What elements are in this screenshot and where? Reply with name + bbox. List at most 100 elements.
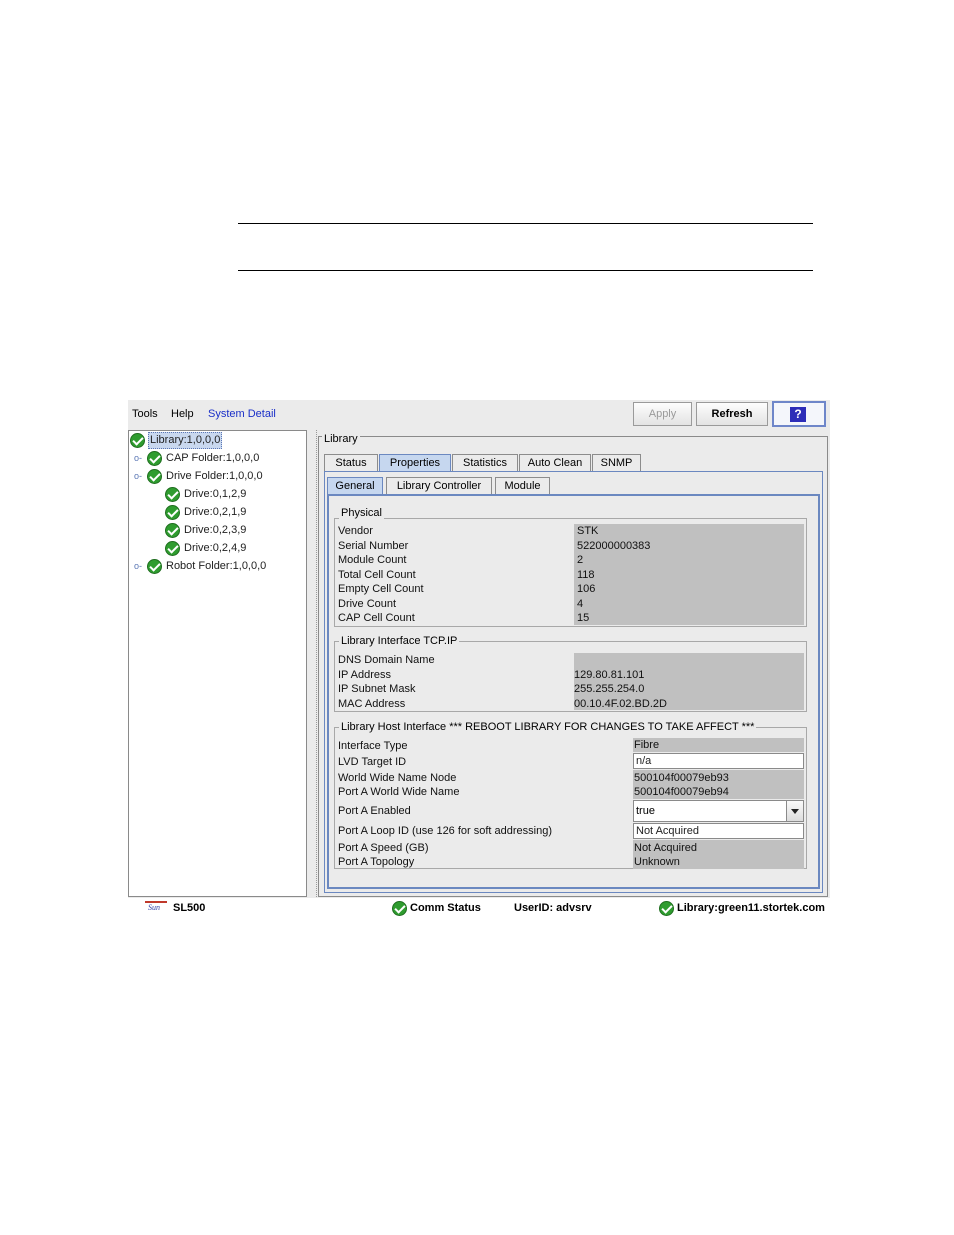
- library-panel-title: Library: [322, 433, 360, 445]
- tree-node-drive[interactable]: Drive:0,1,2,9: [165, 486, 247, 503]
- collapse-handle-icon[interactable]: o-: [134, 468, 142, 485]
- tree-node-drive-folder[interactable]: Drive Folder:1,0,0,0: [147, 468, 264, 485]
- status-bar: Sun SL500 Comm Status UserID: advsrv Lib…: [128, 898, 830, 918]
- serial-number-value: 522000000383: [577, 540, 651, 552]
- vendor-value: STK: [577, 525, 599, 537]
- help-button[interactable]: ?: [772, 401, 826, 427]
- drive-count-label: Drive Count: [338, 598, 397, 610]
- mac-address-value: 00.10.4F.02.BD.2D: [574, 698, 667, 710]
- menu-tools[interactable]: Tools: [132, 408, 158, 420]
- ip-subnet-value: 255.255.254.0: [574, 683, 645, 695]
- tab-properties[interactable]: Properties: [379, 454, 451, 471]
- ok-check-icon: [147, 451, 162, 466]
- tree-node-cap-folder[interactable]: CAP Folder:1,0,0,0: [147, 450, 260, 467]
- tree-node-label: Library:1,0,0,0: [148, 432, 223, 449]
- menu-system-detail[interactable]: System Detail: [208, 408, 276, 420]
- ok-check-icon: [165, 487, 180, 502]
- empty-cell-count-label: Empty Cell Count: [338, 583, 424, 595]
- ok-check-icon: [147, 559, 162, 574]
- port-a-enabled-value: true: [636, 805, 655, 817]
- wwn-node-value: 500104f00079eb93: [634, 772, 729, 784]
- top-rule: [238, 223, 813, 224]
- port-a-speed-label: Port A Speed (GB): [338, 842, 429, 854]
- lvd-target-field[interactable]: n/a: [633, 753, 804, 769]
- ok-check-icon: [165, 523, 180, 538]
- interface-type-label: Interface Type: [338, 740, 408, 752]
- ok-check-icon: [147, 469, 162, 484]
- expand-handle-icon[interactable]: o-: [134, 450, 142, 467]
- port-a-wwn-label: Port A World Wide Name: [338, 786, 460, 798]
- tab-status[interactable]: Status: [324, 454, 378, 471]
- lvd-target-label: LVD Target ID: [338, 756, 407, 768]
- port-a-enabled-select[interactable]: true: [633, 800, 804, 822]
- ok-check-icon: [392, 901, 407, 916]
- tree-node-label: Robot Folder:1,0,0,0: [166, 560, 267, 572]
- library-host-label: Library:green11.stortek.com: [677, 902, 825, 914]
- tab-auto-clean[interactable]: Auto Clean: [519, 454, 591, 471]
- port-a-enabled-label: Port A Enabled: [338, 805, 411, 817]
- tree-node-drive[interactable]: Drive:0,2,3,9: [165, 522, 247, 539]
- split-pane-divider[interactable]: [309, 430, 317, 897]
- comm-status: Comm Status: [392, 900, 481, 916]
- apply-button[interactable]: Apply: [633, 402, 692, 426]
- port-a-topology-label: Port A Topology: [338, 856, 415, 868]
- empty-cell-count-value: 106: [577, 583, 596, 595]
- tree-node-drive[interactable]: Drive:0,2,4,9: [165, 540, 247, 557]
- ok-check-icon: [165, 541, 180, 556]
- sl-console-window: Tools Help System Detail Apply Refresh ?…: [128, 400, 830, 918]
- total-cell-count-label: Total Cell Count: [338, 569, 416, 581]
- dns-domain-label: DNS Domain Name: [338, 654, 435, 666]
- ip-subnet-label: IP Subnet Mask: [338, 683, 416, 695]
- tree-node-robot-folder[interactable]: Robot Folder:1,0,0,0: [147, 558, 267, 575]
- port-a-topology-value: Unknown: [634, 856, 680, 868]
- interface-type-value: Fibre: [634, 739, 660, 751]
- port-a-wwn-value: 500104f00079eb94: [634, 786, 729, 798]
- tab-snmp[interactable]: SNMP: [592, 454, 641, 471]
- tcpip-group-title: Library Interface TCP.IP: [339, 635, 460, 647]
- tree-node-label: Drive Folder:1,0,0,0: [166, 470, 263, 482]
- menu-help[interactable]: Help: [171, 408, 194, 420]
- ok-check-icon: [659, 901, 674, 916]
- total-cell-count-value: 118: [577, 569, 595, 581]
- tree-node-label: Drive:0,2,3,9: [184, 524, 247, 536]
- tab-general[interactable]: General: [327, 477, 383, 494]
- port-a-loop-id-field[interactable]: Not Acquired: [633, 823, 804, 839]
- tab-library-controller[interactable]: Library Controller: [386, 477, 492, 494]
- port-a-loop-id-label: Port A Loop ID (use 126 for soft address…: [338, 825, 553, 837]
- module-count-value: 2: [577, 554, 584, 566]
- ok-check-icon: [165, 505, 180, 520]
- refresh-button[interactable]: Refresh: [696, 402, 768, 426]
- tree-node-label: CAP Folder:1,0,0,0: [166, 452, 260, 464]
- model-label: SL500: [173, 902, 206, 914]
- wwn-node-label: World Wide Name Node: [338, 772, 457, 784]
- tree-node-label: Drive:0,2,4,9: [184, 542, 247, 554]
- drive-count-value: 4: [577, 598, 584, 610]
- library-host-status: Library:green11.stortek.com: [659, 900, 825, 916]
- physical-group-title: Physical: [339, 507, 384, 519]
- chevron-down-icon[interactable]: [786, 801, 803, 821]
- tree-node-drive[interactable]: Drive:0,2,1,9: [165, 504, 247, 521]
- tab-statistics[interactable]: Statistics: [452, 454, 518, 471]
- cap-cell-count-label: CAP Cell Count: [338, 612, 415, 624]
- help-icon: ?: [790, 407, 806, 422]
- tree-node-label: Drive:0,1,2,9: [184, 488, 247, 500]
- cap-cell-count-value: 15: [577, 612, 590, 624]
- ip-address-label: IP Address: [338, 669, 391, 681]
- user-id-label: UserID: advsrv: [514, 902, 592, 914]
- ip-address-value: 129.80.81.101: [574, 669, 645, 681]
- tree-node-label: Drive:0,2,1,9: [184, 506, 247, 518]
- module-count-label: Module Count: [338, 554, 407, 566]
- menu-bar: Tools Help System Detail Apply Refresh ?: [128, 400, 830, 429]
- serial-number-label: Serial Number: [338, 540, 409, 552]
- bottom-rule: [238, 270, 813, 271]
- expand-handle-icon[interactable]: o-: [134, 558, 142, 575]
- sun-logo-icon: Sun: [143, 901, 169, 915]
- vendor-label: Vendor: [338, 525, 373, 537]
- mac-address-label: MAC Address: [338, 698, 406, 710]
- tree-node-library[interactable]: Library:1,0,0,0: [130, 432, 223, 449]
- port-a-speed-value: Not Acquired: [634, 842, 697, 854]
- tab-module[interactable]: Module: [495, 477, 550, 494]
- ok-check-icon: [130, 433, 145, 448]
- navigation-tree: Library:1,0,0,0 o- CAP Folder:1,0,0,0 o-…: [128, 430, 307, 897]
- host-interface-group-title: Library Host Interface *** REBOOT LIBRAR…: [339, 721, 757, 733]
